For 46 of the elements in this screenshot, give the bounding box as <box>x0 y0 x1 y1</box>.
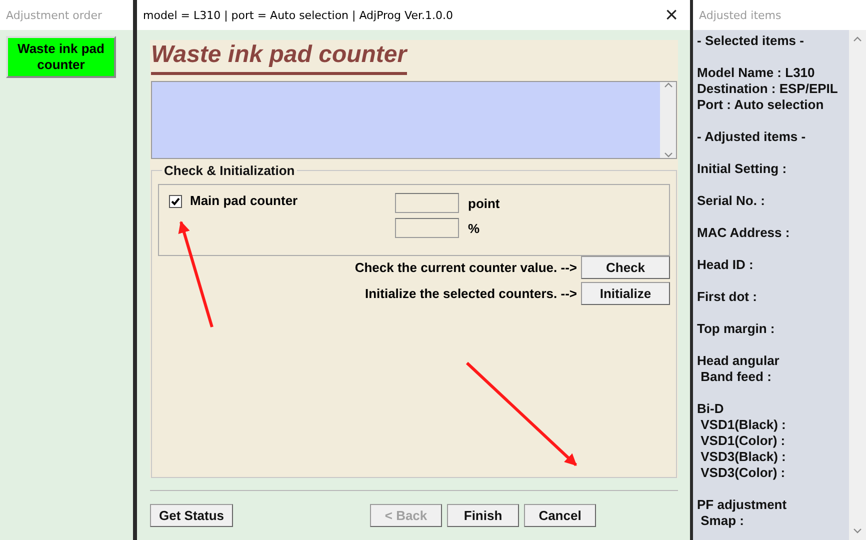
get-status-button[interactable]: Get Status <box>150 504 234 527</box>
adjustment-item-button[interactable]: Waste ink pad counter <box>6 36 116 78</box>
info-text: - Selected items - <box>697 33 805 49</box>
dialog-button[interactable]: Finish <box>447 504 520 527</box>
info-text: - Adjusted items - <box>697 129 807 145</box>
unit-label: point <box>468 196 500 210</box>
info-text: Port : Auto selection <box>697 97 825 113</box>
action-button[interactable]: Initialize <box>581 282 670 305</box>
info-text: Serial No. : <box>697 193 766 209</box>
info-text: Model Name : L310 <box>697 65 816 81</box>
scroll-down-icon[interactable] <box>664 152 672 158</box>
dialog-button[interactable]: Cancel <box>524 504 596 527</box>
window-title: Adjusted items <box>699 8 782 22</box>
checkbox-label: Main pad counter <box>190 193 299 210</box>
group-title: Check & Initialization <box>163 163 296 178</box>
window-title: Adjustment order <box>6 8 102 22</box>
info-text: VSD1(Black) : <box>700 417 787 433</box>
input-field[interactable] <box>395 193 459 213</box>
action-label: Check the current counter value. --> <box>354 260 577 275</box>
info-text: Band feed : <box>700 369 772 385</box>
info-text: Destination : ESP/EPIL <box>697 81 839 97</box>
scroll-down-icon[interactable] <box>853 528 862 534</box>
window-title: model = L310 | port = Auto selection | AdjProg Ver.1.0.0 <box>143 8 453 22</box>
info-text: Bi-D <box>697 401 725 417</box>
info-text: Smap : <box>700 513 745 529</box>
info-text: First dot : <box>697 289 758 305</box>
info-text: MAC Address : <box>697 225 791 241</box>
action-label: Initialize the selected counters. --> <box>364 286 577 301</box>
scrollbar[interactable] <box>849 30 866 540</box>
info-text: Initial Setting : <box>697 161 788 177</box>
info-text: VSD1(Color) : <box>700 433 786 449</box>
page-heading: Waste ink pad counter <box>151 40 407 75</box>
close-button[interactable]: × <box>659 4 684 26</box>
scroll-up-icon[interactable] <box>853 36 862 42</box>
info-text: Head angular <box>697 353 780 369</box>
info-text: Top margin : <box>697 321 776 337</box>
unit-label: % <box>468 220 480 236</box>
scrollbar[interactable] <box>660 82 676 158</box>
checkbox[interactable] <box>169 195 182 208</box>
info-text: PF adjustment <box>697 497 788 513</box>
scroll-up-icon[interactable] <box>664 82 672 88</box>
info-text: VSD3(Black) : <box>700 449 787 465</box>
input-field[interactable] <box>395 218 459 238</box>
action-button[interactable]: Check <box>581 256 670 279</box>
info-text: Head ID : <box>697 257 754 273</box>
info-text: VSD3(Color) : <box>700 465 786 481</box>
